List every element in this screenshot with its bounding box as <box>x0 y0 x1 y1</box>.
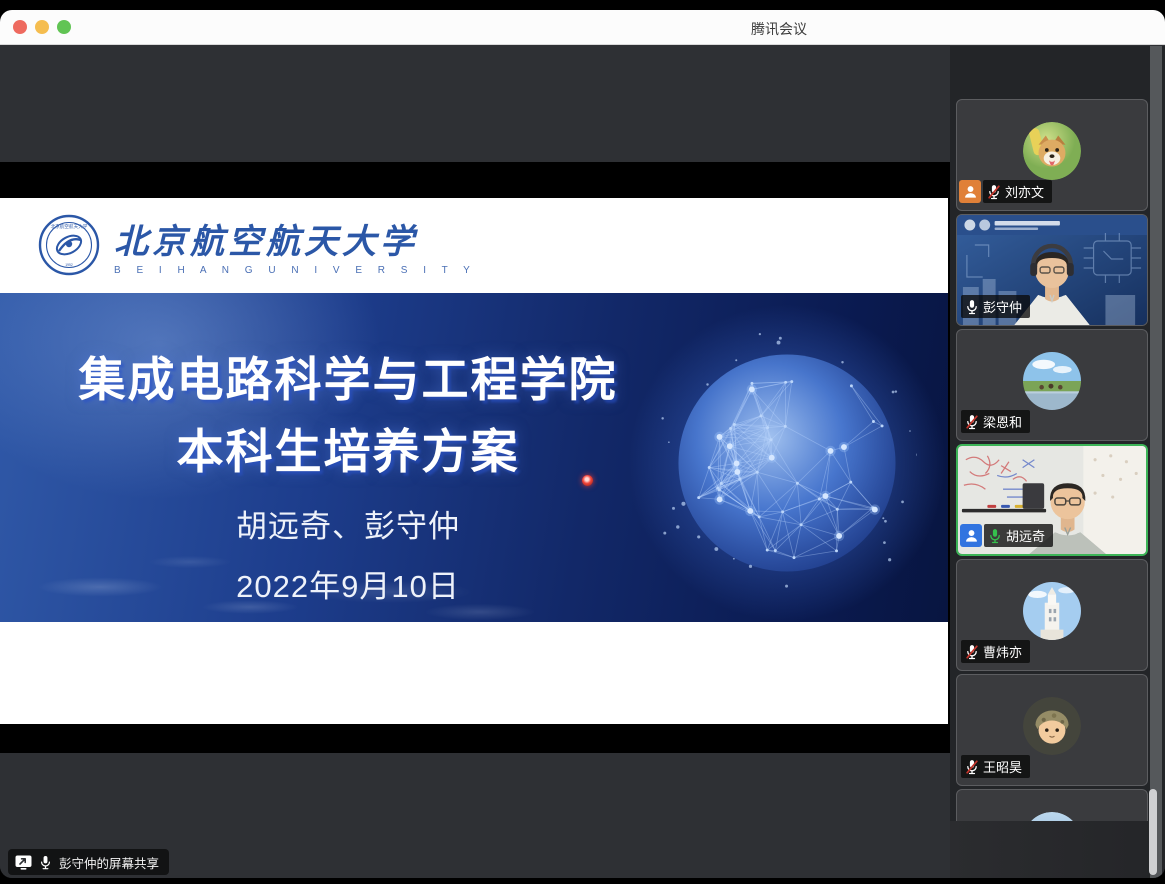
titlebar: 腾讯会议 <box>0 10 1165 45</box>
participant-name: 梁恩和 <box>983 412 1022 431</box>
screen-share-label: 彭守仲的屏幕共享 <box>59 853 159 872</box>
microphone-muted-icon <box>987 184 1001 200</box>
participant-name: 王昭昊 <box>983 757 1022 776</box>
participant-avatar <box>1023 582 1081 640</box>
participant-tile-梁恩和[interactable]: 梁恩和 <box>956 329 1148 441</box>
meeting-window: 腾讯会议 北京航空航天大学 1952 <box>0 10 1165 878</box>
slide-presenters: 胡远奇、彭守仲 <box>236 501 460 546</box>
participant-name: 曹炜亦 <box>983 642 1022 661</box>
network-globe-graphic <box>657 333 917 593</box>
participant-tile-胡远奇[interactable]: 胡远奇 <box>956 444 1148 556</box>
participant-tile-刘亦文[interactable]: 刘亦文 <box>956 99 1148 211</box>
participant-tile-彭守仲[interactable]: 彭守仲 <box>956 214 1148 326</box>
participants-sidebar: 刘亦文 彭守仲 <box>950 46 1165 878</box>
participant-name-chip: 梁恩和 <box>961 410 1030 433</box>
slide-title-line2: 本科生培养方案 <box>177 413 520 482</box>
participant-name-chip: 曹炜亦 <box>961 640 1030 663</box>
participant-name-chip: 胡远奇 <box>984 524 1053 547</box>
sidebar-bottom-fade <box>950 821 1165 878</box>
presentation-slide: 北京航空航天大学 1952 北京航空航天大学 B E I H A N G U N… <box>0 198 948 724</box>
window-title: 腾讯会议 <box>751 19 807 39</box>
participant-avatar <box>1023 697 1081 755</box>
participant-name: 胡远奇 <box>1006 526 1045 545</box>
participant-avatar <box>1023 352 1081 410</box>
university-name-cn: 北京航空航天大学 <box>114 214 476 263</box>
microphone-muted-icon <box>965 644 979 660</box>
participant-avatar <box>1023 122 1081 180</box>
screen-share-status-banner[interactable]: 彭守仲的屏幕共享 <box>8 849 169 875</box>
slide-title-line1: 集成电路科学与工程学院 <box>79 341 618 410</box>
participant-tile-王昭昊[interactable]: 王昭昊 <box>956 674 1148 786</box>
microphone-icon <box>988 528 1002 544</box>
person-badge-icon <box>963 184 978 199</box>
microphone-icon <box>39 855 52 870</box>
participant-name-chip: 王昭昊 <box>961 755 1030 778</box>
beihang-seal-logo: 北京航空航天大学 1952 <box>38 214 100 276</box>
participant-name-chip: 刘亦文 <box>983 180 1052 203</box>
microphone-muted-icon <box>965 759 979 775</box>
microphone-icon <box>965 299 979 315</box>
sidebar-scrollbar-thumb[interactable] <box>1149 789 1157 875</box>
screen-share-area: 北京航空航天大学 1952 北京航空航天大学 B E I H A N G U N… <box>0 46 950 878</box>
fullscreen-button[interactable] <box>57 20 71 34</box>
participant-name-chip: 彭守仲 <box>961 295 1030 318</box>
shared-screen: 北京航空航天大学 1952 北京航空航天大学 B E I H A N G U N… <box>0 162 950 753</box>
participant-tile-曹炜亦[interactable]: 曹炜亦 <box>956 559 1148 671</box>
participant-name: 彭守仲 <box>983 297 1022 316</box>
participant-name: 刘亦文 <box>1005 182 1044 201</box>
traffic-lights <box>13 20 71 34</box>
screen-share-icon <box>15 855 32 870</box>
svg-text:1952: 1952 <box>65 263 73 267</box>
slide-banner: 集成电路科学与工程学院 本科生培养方案 胡远奇、彭守仲 2022年9月10日 <box>0 293 948 622</box>
person-badge-icon <box>964 528 979 543</box>
microphone-muted-icon <box>965 414 979 430</box>
laser-pointer-dot <box>582 475 593 486</box>
sidebar-scrollbar-track[interactable] <box>1150 46 1162 878</box>
university-logo: 北京航空航天大学 1952 北京航空航天大学 B E I H A N G U N… <box>38 212 476 278</box>
close-button[interactable] <box>13 20 27 34</box>
participant-role-badge <box>960 524 982 547</box>
slide-date: 2022年9月10日 <box>236 561 460 606</box>
participant-role-badge <box>959 180 981 203</box>
minimize-button[interactable] <box>35 20 49 34</box>
svg-text:北京航空航天大学: 北京航空航天大学 <box>51 223 88 230</box>
university-name-en: B E I H A N G U N I V E R S I T Y <box>114 265 476 276</box>
